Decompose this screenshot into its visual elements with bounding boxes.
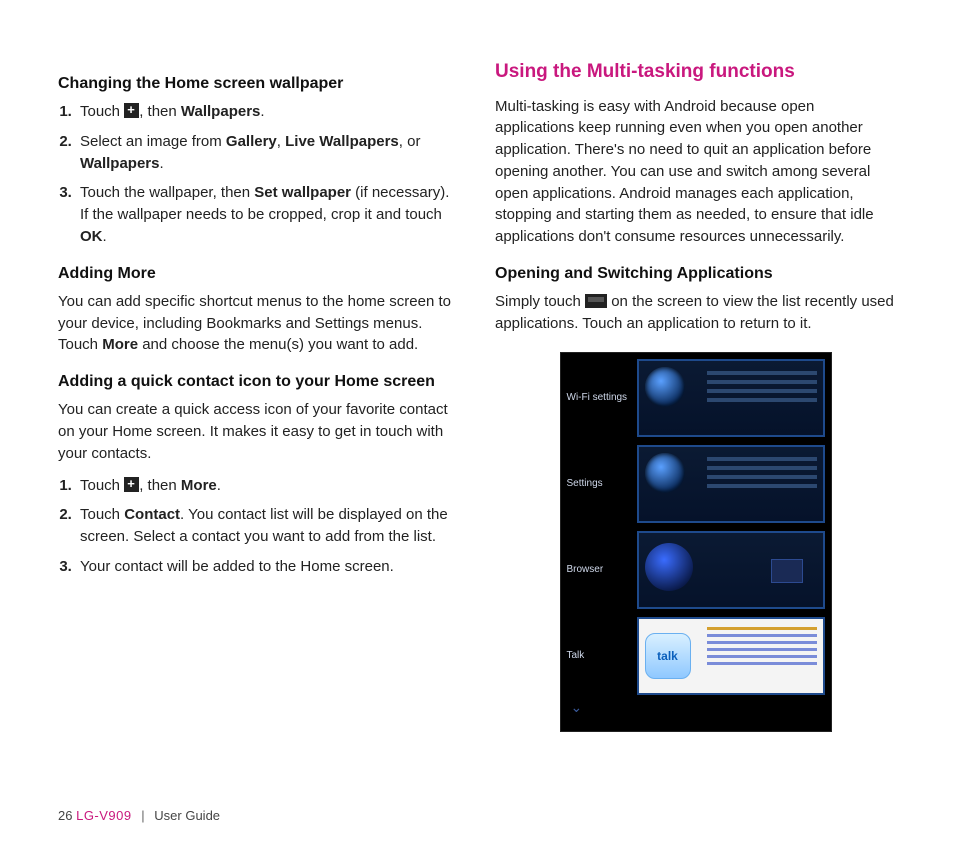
paragraph: Multi-tasking is easy with Android becau… xyxy=(495,96,896,248)
recent-app-thumb: talk xyxy=(637,617,825,695)
recent-app-thumb xyxy=(637,359,825,437)
right-column: Using the Multi-tasking functions Multi-… xyxy=(495,58,896,732)
content-lines xyxy=(707,371,817,402)
settings-dial-icon xyxy=(645,453,685,493)
recent-app-label: Wi-Fi settings xyxy=(567,391,629,406)
left-column: Changing the Home screen wallpaper Touch… xyxy=(58,58,459,732)
content-lines xyxy=(707,457,817,488)
wallpaper-steps: Touch , then Wallpapers. Select an image… xyxy=(58,101,459,248)
page-footer: 26 LG-V909 | User Guide xyxy=(58,807,220,826)
model-name: LG-V909 xyxy=(76,808,132,823)
plus-icon xyxy=(124,103,139,118)
paragraph: Simply touch on the screen to view the l… xyxy=(495,291,896,335)
recent-app-label: Talk xyxy=(567,649,629,664)
recent-app-row: Talk talk xyxy=(567,617,825,695)
list-item: Touch , then More. xyxy=(76,475,459,497)
page: Changing the Home screen wallpaper Touch… xyxy=(0,0,954,862)
content-lines xyxy=(707,627,817,665)
browser-window-icon xyxy=(771,559,803,583)
heading-wallpaper: Changing the Home screen wallpaper xyxy=(58,72,459,95)
paragraph: You can create a quick access icon of yo… xyxy=(58,399,459,464)
quick-contact-steps: Touch , then More. Touch Contact. You co… xyxy=(58,475,459,578)
list-item: Touch Contact. You contact list will be … xyxy=(76,504,459,548)
heading-multitasking: Using the Multi-tasking functions xyxy=(495,58,896,86)
recent-app-row: Browser xyxy=(567,531,825,609)
recent-app-row: Wi-Fi settings xyxy=(567,359,825,437)
recent-app-label: Browser xyxy=(567,563,629,578)
paragraph: You can add specific shortcut menus to t… xyxy=(58,291,459,356)
list-item: Your contact will be added to the Home s… xyxy=(76,556,459,578)
list-item: Select an image from Gallery, Live Wallp… xyxy=(76,131,459,175)
list-item: Touch the wallpaper, then Set wallpaper … xyxy=(76,182,459,247)
settings-dial-icon xyxy=(645,367,685,407)
globe-icon xyxy=(645,543,693,591)
heading-adding-more: Adding More xyxy=(58,262,459,285)
footer-separator: | xyxy=(141,808,144,823)
heading-quick-contact: Adding a quick contact icon to your Home… xyxy=(58,370,459,393)
recent-app-label: Settings xyxy=(567,477,629,492)
recent-apps-screenshot: Wi-Fi settings Settings Browser xyxy=(560,352,832,732)
list-item: Touch , then Wallpapers. xyxy=(76,101,459,123)
content-columns: Changing the Home screen wallpaper Touch… xyxy=(58,58,896,732)
chevron-down-icon: ⌄ xyxy=(567,701,825,713)
plus-icon xyxy=(124,477,139,492)
recent-app-thumb xyxy=(637,531,825,609)
recent-app-row: Settings xyxy=(567,445,825,523)
talk-app-icon: talk xyxy=(645,633,691,679)
footer-title: User Guide xyxy=(154,808,220,823)
page-number: 26 xyxy=(58,808,72,823)
recent-apps-icon xyxy=(585,294,607,308)
heading-opening-apps: Opening and Switching Applications xyxy=(495,262,896,285)
recent-app-thumb xyxy=(637,445,825,523)
